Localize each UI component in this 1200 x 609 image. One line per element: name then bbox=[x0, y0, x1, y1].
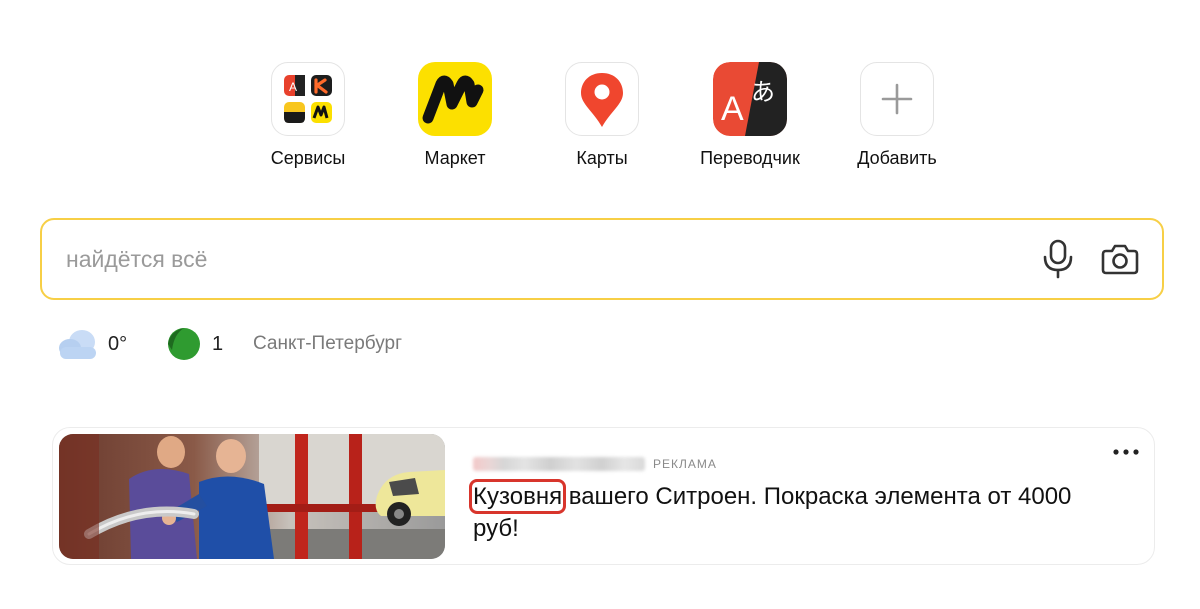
yandex-start-page: A Сервисы Маркет Карты A あ Переводчик До… bbox=[0, 0, 1200, 609]
plus-icon bbox=[860, 62, 934, 136]
tile-label: Переводчик bbox=[700, 148, 800, 168]
search-box bbox=[40, 218, 1164, 300]
tile-maps[interactable]: Карты bbox=[527, 62, 677, 169]
search-input[interactable] bbox=[66, 240, 966, 278]
traffic-widget[interactable]: 1 bbox=[166, 324, 236, 364]
weather-widget[interactable]: 0° bbox=[56, 324, 146, 364]
tile-label: Сервисы bbox=[270, 148, 346, 168]
tile-market[interactable]: Маркет bbox=[380, 62, 530, 169]
image-search-button[interactable] bbox=[1099, 238, 1141, 280]
translator-icon: A あ bbox=[713, 62, 787, 136]
city-selector[interactable]: Санкт-Петербург bbox=[253, 324, 453, 364]
svg-text:A: A bbox=[289, 80, 297, 94]
svg-text:A: A bbox=[721, 90, 744, 128]
ad-title-rest: вашего Ситроен. Покраска элемента от 400… bbox=[473, 483, 1072, 542]
ad-card[interactable]: РЕКЛАМА Кузовня вашего Ситроен. Покраска… bbox=[52, 427, 1155, 565]
tile-add[interactable]: Добавить bbox=[822, 62, 972, 169]
ad-source-redacted bbox=[473, 457, 645, 471]
ad-badge: РЕКЛАМА bbox=[653, 457, 717, 471]
svg-text:あ: あ bbox=[751, 78, 775, 106]
traffic-score: 1 bbox=[212, 332, 224, 355]
tile-translator[interactable]: A あ Переводчик bbox=[675, 62, 825, 169]
ad-title-highlight: Кузовня bbox=[468, 479, 567, 514]
ad-title[interactable]: Кузовня вашего Ситроен. Покраска элемент… bbox=[468, 479, 1073, 545]
tile-label: Маркет bbox=[424, 148, 486, 168]
ad-image[interactable] bbox=[59, 434, 445, 559]
market-icon bbox=[418, 62, 492, 136]
services-row: A Сервисы Маркет Карты A あ Переводчик До… bbox=[0, 62, 1200, 172]
maps-pin-icon bbox=[565, 62, 639, 136]
camera-icon bbox=[1101, 244, 1139, 275]
traffic-icon bbox=[168, 328, 200, 360]
microphone-icon bbox=[1043, 239, 1073, 279]
voice-search-button[interactable] bbox=[1037, 238, 1079, 280]
cloud-icon bbox=[59, 330, 96, 359]
temperature: 0° bbox=[108, 332, 128, 355]
tile-services[interactable]: A Сервисы bbox=[233, 62, 383, 169]
tile-label: Добавить bbox=[857, 148, 937, 168]
ad-more-button[interactable] bbox=[1110, 442, 1142, 462]
more-dots-icon bbox=[1113, 449, 1139, 455]
city-name: Санкт-Петербург bbox=[253, 333, 403, 354]
services-grid-icon: A bbox=[271, 62, 345, 136]
ad-source-row: РЕКЛАМА bbox=[473, 455, 717, 473]
tile-label: Карты bbox=[576, 148, 628, 168]
